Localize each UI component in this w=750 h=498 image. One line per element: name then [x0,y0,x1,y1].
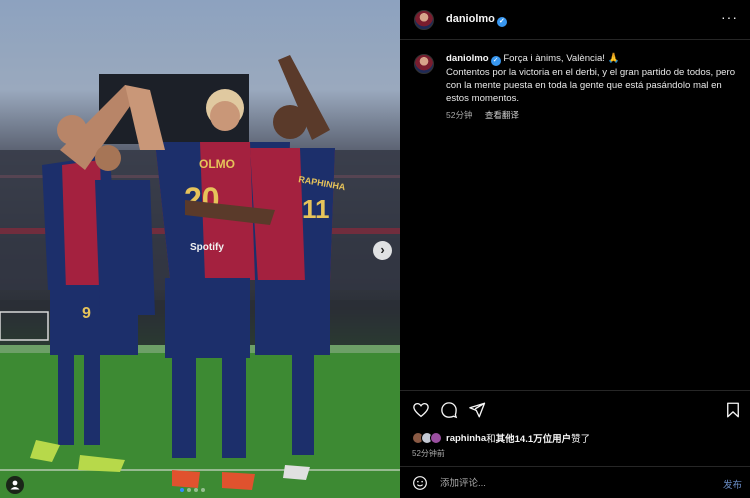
caption-meta: 52分钟 查看翻译 [446,109,739,121]
verified-badge-icon: ✓ [496,17,507,27]
post-panel: daniolmo ✓ ··· daniolmo ✓ Força i ànims, V… [400,0,750,498]
caption-first-line: Força i ànims, València! 🙏 [503,53,620,64]
post-caption: daniolmo ✓ Força i ànims, València! 🙏 Con… [414,52,739,121]
heart-icon[interactable] [412,401,430,419]
verified-badge-icon: ✓ [490,56,501,66]
caption-time: 52分钟 [446,110,473,120]
carousel-dots [180,488,205,492]
caption-rest: Contentos por la victoria en el derbi, y… [446,67,736,104]
jersey-sponsor: Spotify [190,242,224,253]
comment-input[interactable] [440,476,690,490]
carousel-dot [180,488,184,492]
translate-link[interactable]: 查看翻译 [485,110,519,120]
likes-others[interactable]: 其他14.1万位用户 [496,431,572,445]
paper-plane-icon[interactable] [468,401,486,419]
comment-bar: 发布 [400,466,750,498]
more-options-icon[interactable]: ··· [721,9,738,25]
carousel-dot [194,488,198,492]
comment-bubble-icon[interactable] [440,401,458,419]
caption-avatar[interactable] [414,54,434,74]
jersey-number-raphinha: 11 [302,194,330,224]
bookmark-icon[interactable] [724,401,742,419]
avatar[interactable] [414,10,434,30]
liker-avatar [430,432,442,444]
likes-suffix: 赞了 [571,434,591,445]
likes-mid: 和 [486,434,496,445]
post-photo[interactable]: 9 OLMO 20 Spotify RAPHINHA 11 › [0,0,400,498]
carousel-dot [187,488,191,492]
header-username-text[interactable]: daniolmo [446,13,495,25]
header-username[interactable]: daniolmo ✓ [446,13,507,27]
caption-text: daniolmo ✓ Força i ànims, València! 🙏 Con… [446,52,739,105]
smiley-icon[interactable] [412,475,428,491]
jersey-name-olmo: OLMO [199,157,235,171]
post-comment-button[interactable]: 发布 [723,477,742,491]
post-time[interactable]: 52分钟前 [412,448,445,459]
shorts-number: 9 [82,305,91,322]
likes-user[interactable]: raphinha [446,433,486,444]
caption-username[interactable]: daniolmo [446,53,489,64]
post-header: daniolmo ✓ ··· [400,0,750,40]
likes-summary[interactable]: raphinha 和 其他14.1万位用户 赞了 [412,431,590,445]
liker-avatars [412,432,442,444]
person-tag-icon[interactable] [6,476,24,494]
photo-illustration: 9 OLMO 20 Spotify RAPHINHA 11 [0,55,400,498]
carousel-next-button[interactable]: › [373,241,392,260]
action-row [412,401,742,419]
carousel-dot [201,488,205,492]
